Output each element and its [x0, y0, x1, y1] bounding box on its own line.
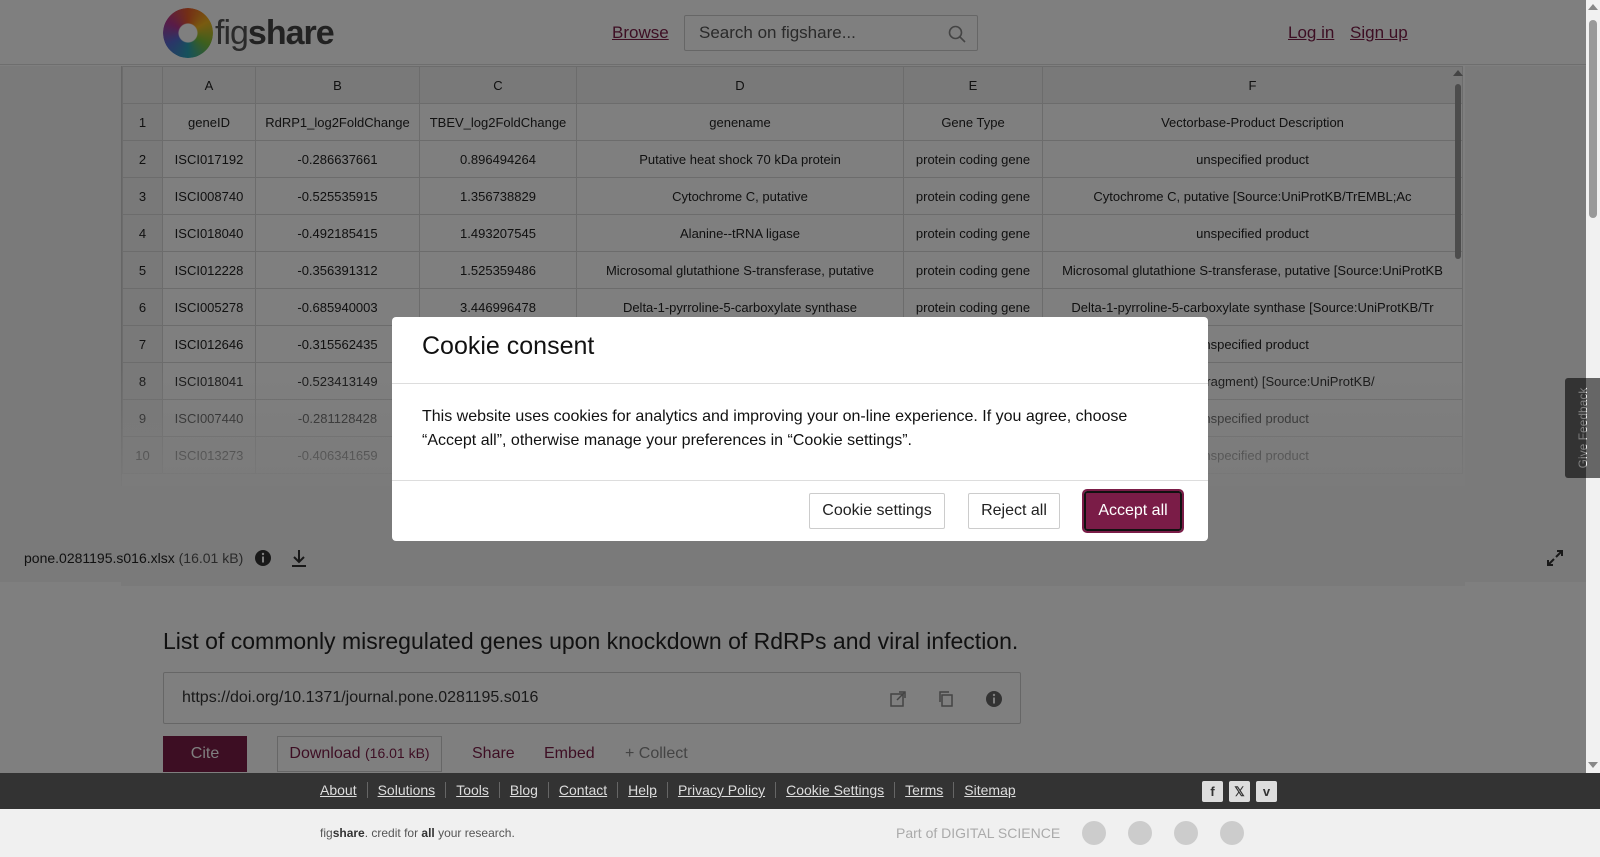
- digital-science-logo[interactable]: Part of DIGITAL SCIENCE: [896, 825, 1060, 841]
- vimeo-icon[interactable]: v: [1256, 781, 1277, 802]
- datacite-logo-icon[interactable]: [1082, 821, 1107, 845]
- social-links: f 𝕏 v: [1202, 781, 1277, 802]
- page-scroll-down-icon[interactable]: [1588, 762, 1598, 768]
- footer-tagline: figshare. credit for all your research.: [320, 826, 515, 840]
- footer-link-solutions[interactable]: Solutions: [368, 782, 447, 798]
- page-scroll-up-icon[interactable]: [1588, 4, 1598, 10]
- footer-bottom: figshare. credit for all your research. …: [0, 809, 1600, 857]
- tagline-end: your research.: [434, 826, 515, 840]
- footer-link-privacy-policy[interactable]: Privacy Policy: [668, 782, 777, 798]
- page-scroll-thumb[interactable]: [1589, 20, 1597, 218]
- x-twitter-icon[interactable]: 𝕏: [1229, 781, 1250, 802]
- cookie-dialog-text: This website uses cookies for analytics …: [422, 408, 1128, 449]
- footer-link-cookie-settings[interactable]: Cookie Settings: [776, 782, 896, 798]
- footer-links: About Solutions Tools Blog Contact Help Privac…: [320, 782, 1026, 798]
- cookie-dialog-title: Cookie consent: [422, 332, 595, 360]
- cope-logo-icon[interactable]: [1128, 821, 1153, 845]
- footer-link-blog[interactable]: Blog: [500, 782, 549, 798]
- footer-link-contact[interactable]: Contact: [549, 782, 619, 798]
- accept-all-button[interactable]: Accept all: [1082, 489, 1184, 533]
- tagline-share: share: [332, 826, 365, 840]
- footer-link-about[interactable]: About: [320, 782, 368, 798]
- tagline-fig: fig: [320, 826, 333, 840]
- divider: [392, 383, 1208, 384]
- tagline-all: all: [421, 826, 435, 840]
- partner-logos: Part of DIGITAL SCIENCE: [896, 821, 1245, 845]
- footer-link-tools[interactable]: Tools: [446, 782, 500, 798]
- iso-badge-icon[interactable]: [1174, 821, 1199, 845]
- footer-link-help[interactable]: Help: [618, 782, 668, 798]
- reject-all-button[interactable]: Reject all: [968, 493, 1060, 529]
- divider: [392, 480, 1208, 481]
- footer-link-terms[interactable]: Terms: [895, 782, 955, 798]
- open-access-logo-icon[interactable]: [1220, 821, 1245, 845]
- cookie-settings-button[interactable]: Cookie settings: [809, 493, 945, 529]
- facebook-icon[interactable]: f: [1202, 781, 1223, 802]
- footer-nav: About Solutions Tools Blog Contact Help Privac…: [0, 773, 1600, 809]
- footer-link-sitemap[interactable]: Sitemap: [954, 782, 1025, 798]
- cookie-consent-dialog: Cookie consent This website uses cookies…: [392, 317, 1208, 541]
- tagline-mid: . credit for: [364, 826, 422, 840]
